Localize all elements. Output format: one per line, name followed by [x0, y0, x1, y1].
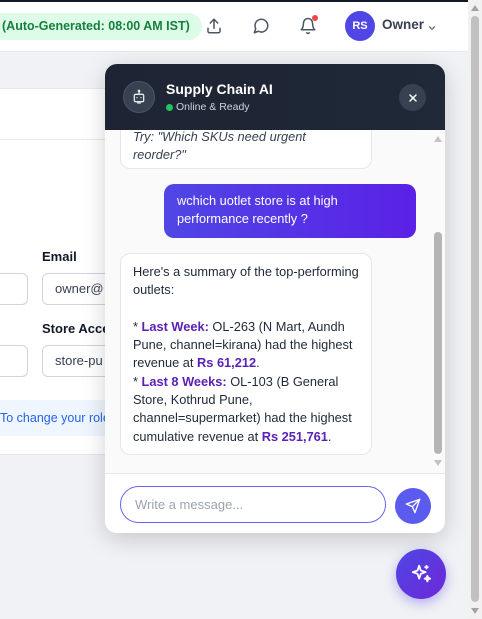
robot-icon: [123, 81, 155, 113]
reply-last-8-weeks: * Last 8 Weeks: OL-103 (B General Store,…: [133, 373, 352, 444]
chat-icon[interactable]: [250, 15, 272, 37]
reply-last-week: * Last Week: OL-263 (N Mart, Aundh Pune,…: [133, 318, 353, 371]
sparkles-icon: [411, 564, 432, 583]
role-field[interactable]: [0, 345, 28, 377]
last-week-label: Last Week:: [141, 318, 209, 334]
last-8-weeks-label: Last 8 Weeks:: [141, 373, 227, 389]
scroll-down-arrow-icon[interactable]: [433, 458, 443, 468]
page-scroll-down-icon[interactable]: [470, 606, 480, 616]
last-week-value: Rs 61,212: [197, 355, 257, 371]
send-button[interactable]: [395, 488, 431, 524]
notification-dot: [312, 15, 318, 21]
name-field[interactable]: [0, 273, 28, 305]
upload-icon[interactable]: [203, 15, 225, 37]
auto-generated-badge: (Auto-Generated: 08:00 AM IST): [0, 13, 202, 40]
chat-title: Supply Chain AI: [166, 81, 273, 97]
bell-icon[interactable]: [297, 15, 319, 37]
bot-message: Try: "Which SKUs need urgent reorder?": [120, 130, 372, 169]
user-name[interactable]: Owner: [382, 17, 424, 32]
last-8-weeks-value: Rs 251,761: [261, 428, 328, 444]
chat-composer: [105, 473, 445, 533]
chat-status: Online & Ready: [166, 101, 250, 113]
reply-intro: Here's a summary of the top-performing o…: [133, 264, 359, 298]
online-dot: [166, 103, 173, 111]
email-label: Email: [42, 249, 77, 264]
ai-assistant-button[interactable]: [396, 549, 446, 599]
close-icon: [408, 93, 417, 102]
message-input[interactable]: [120, 486, 386, 523]
chat-scrollbar-thumb[interactable]: [434, 232, 442, 454]
chevron-down-icon[interactable]: [427, 20, 437, 38]
scroll-up-arrow-icon[interactable]: [433, 134, 443, 144]
chat-panel: Supply Chain AI Online & Ready Try: "Whi…: [105, 64, 445, 533]
top-strip: [0, 0, 468, 2]
chat-header: Supply Chain AI Online & Ready: [105, 64, 445, 130]
top-bar: (Auto-Generated: 08:00 AM IST) RS Owner: [0, 0, 468, 52]
message-list[interactable]: Try: "Which SKUs need urgent reorder?" w…: [105, 130, 445, 473]
store-access-label: Store Acce: [42, 321, 110, 336]
send-icon: [405, 498, 421, 514]
bot-reply-message: Here's a summary of the top-performing o…: [120, 253, 372, 455]
avatar[interactable]: RS: [345, 11, 375, 41]
page-scrollbar-thumb[interactable]: [471, 16, 479, 602]
user-message: wchich uotlet store is at high performan…: [164, 184, 416, 238]
status-text: Online & Ready: [176, 101, 250, 113]
close-button[interactable]: [399, 84, 426, 111]
page-scroll-up-icon[interactable]: [470, 3, 480, 13]
